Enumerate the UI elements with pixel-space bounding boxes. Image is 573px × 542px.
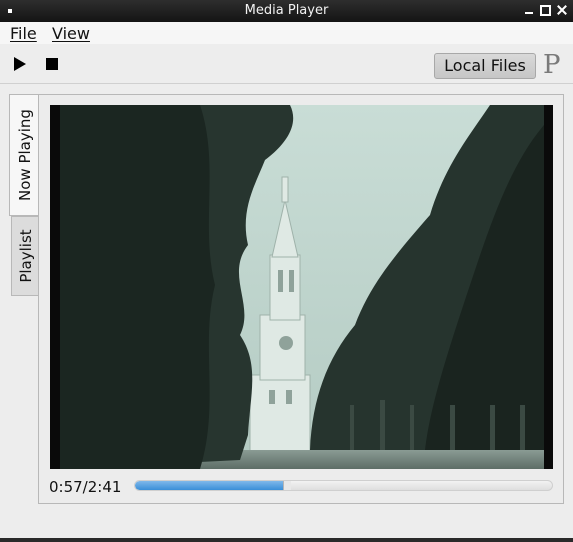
seek-bar[interactable] <box>134 480 553 491</box>
play-icon[interactable] <box>12 56 28 72</box>
tab-playlist[interactable]: Playlist <box>11 216 39 296</box>
time-display: 0:57/2:41 <box>49 478 122 496</box>
tab-now-playing[interactable]: Now Playing <box>9 94 40 216</box>
main-window: File View Local Files P Now Playing Play… <box>0 22 573 538</box>
window-bottom-edge <box>0 538 573 542</box>
video-display[interactable] <box>50 105 553 469</box>
video-frame <box>50 105 553 469</box>
window-title: Media Player <box>244 3 329 18</box>
toolbar: Local Files P <box>0 46 573 84</box>
menu-view[interactable]: View <box>52 24 90 43</box>
stop-icon[interactable] <box>46 58 58 70</box>
app-logo: P <box>543 50 561 80</box>
close-icon[interactable] <box>555 3 569 17</box>
minimize-icon[interactable] <box>522 3 536 17</box>
now-playing-panel: 0:57/2:41 <box>38 94 564 504</box>
menu-file[interactable]: File <box>10 24 37 43</box>
seek-bar-progress <box>135 481 283 490</box>
tab-now-playing-label: Now Playing <box>16 109 34 201</box>
local-files-button[interactable]: Local Files <box>434 53 536 79</box>
seek-handle[interactable] <box>283 481 291 490</box>
tab-playlist-label: Playlist <box>16 229 35 283</box>
maximize-icon[interactable] <box>538 3 552 17</box>
menu-bar: File View <box>0 22 573 44</box>
title-bar: Media Player <box>0 0 573 22</box>
